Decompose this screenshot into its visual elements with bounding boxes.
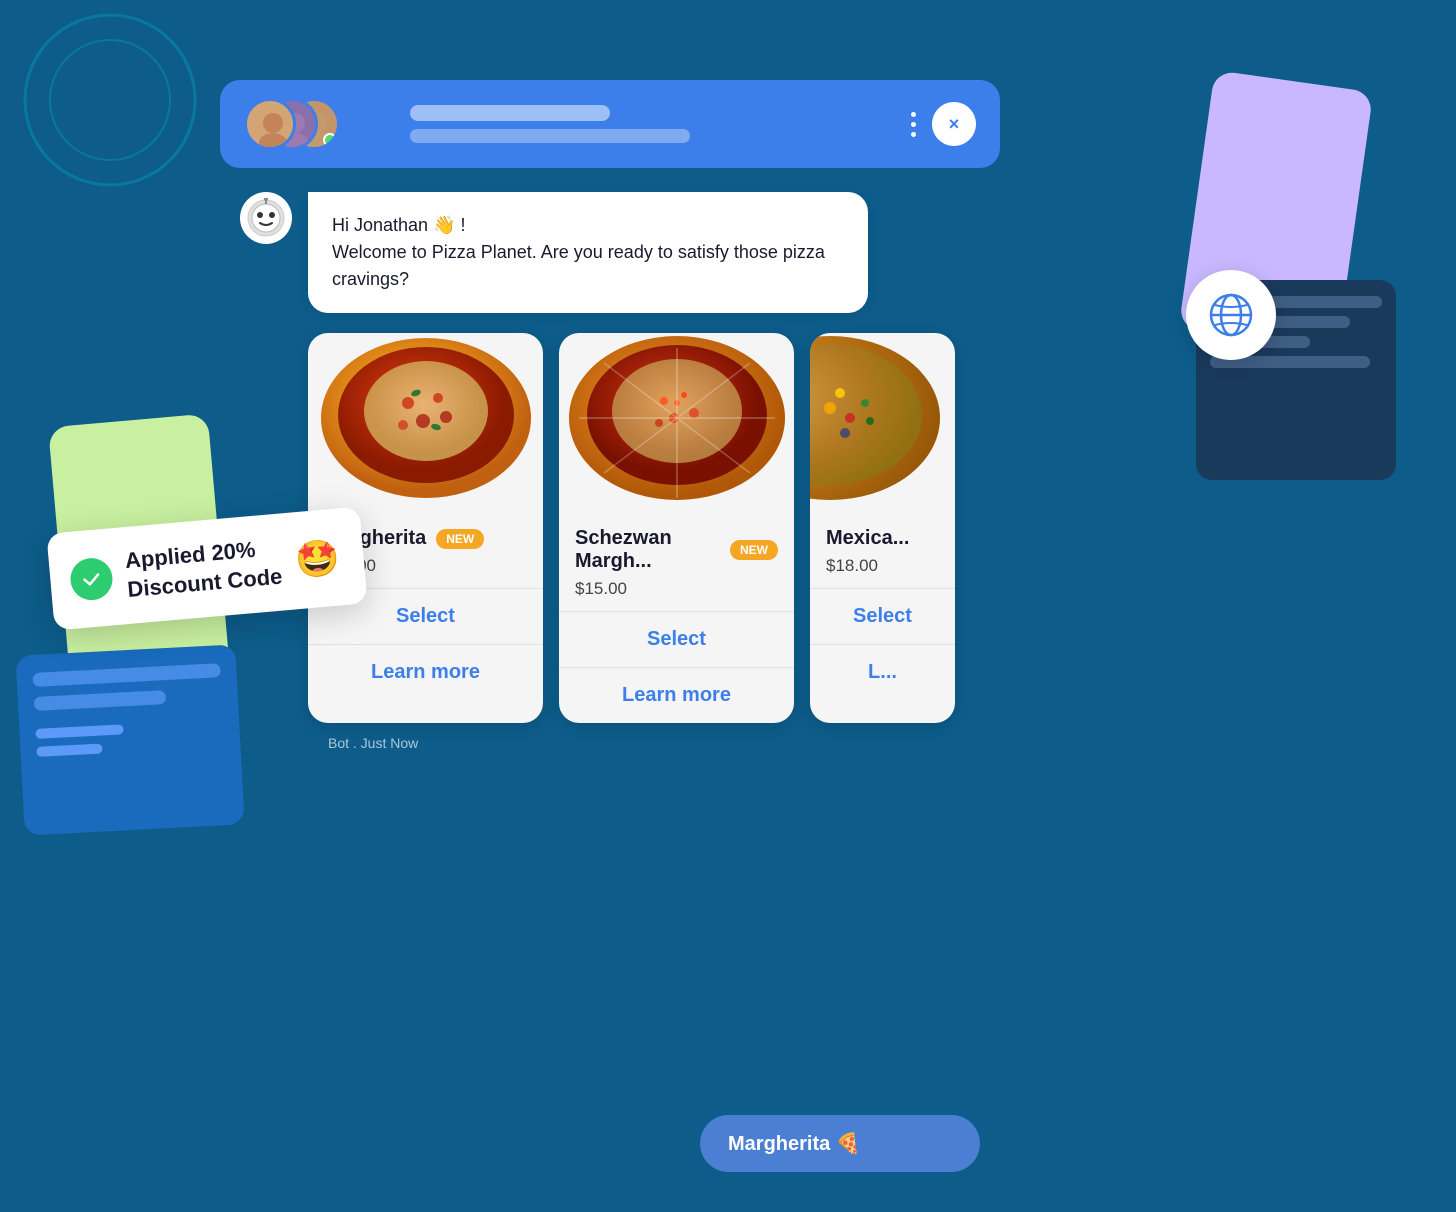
select-button-schezwan[interactable]: Select <box>559 612 794 668</box>
product-cards-row: Margherita NEW $12.00 Select Learn more <box>308 333 1000 723</box>
discount-emoji: 🤩 <box>293 536 341 582</box>
product-actions-mexican: Select L... <box>810 588 955 700</box>
globe-icon <box>1207 291 1255 339</box>
learn-more-button-mexican[interactable]: L... <box>810 645 955 700</box>
blue-card-line-3 <box>35 724 123 739</box>
message-bubble: Hi Jonathan 👋 ! Welcome to Pizza Planet.… <box>308 192 868 313</box>
product-info-schezwan: Schezwan Margh... NEW $15.00 <box>559 513 794 599</box>
product-name-schezwan: Schezwan Margh... <box>575 527 720 573</box>
product-card-mexican: Mexica... $18.00 Select L... <box>810 333 955 723</box>
blue-card-line-2 <box>34 690 167 711</box>
blue-card-line-1 <box>32 663 220 687</box>
blue-card-decoration <box>15 644 244 835</box>
learn-more-button-margherita[interactable]: Learn more <box>308 645 543 700</box>
product-image-schezwan <box>559 333 794 513</box>
learn-more-button-schezwan[interactable]: Learn more <box>559 668 794 723</box>
product-card-schezwan: Schezwan Margh... NEW $15.00 Select Lear… <box>559 333 794 723</box>
product-price-mexican: $18.00 <box>826 556 939 576</box>
product-actions-schezwan: Select Learn more <box>559 611 794 723</box>
new-badge-schezwan: NEW <box>730 540 778 560</box>
input-bar-text: Margherita 🍕 <box>728 1131 861 1156</box>
product-info-mexican: Mexica... $18.00 <box>810 513 955 576</box>
close-button[interactable]: × <box>932 102 976 146</box>
avatar-1 <box>244 98 296 150</box>
chat-container: × <box>220 80 1000 771</box>
bot-timestamp: Bot . Just Now <box>328 735 1000 751</box>
input-bar[interactable]: Margherita 🍕 <box>700 1115 980 1172</box>
avatar-group <box>244 98 344 150</box>
product-name-row-mexican: Mexica... <box>826 527 939 550</box>
globe-button[interactable] <box>1186 270 1276 360</box>
header-text-area <box>410 105 895 143</box>
bot-message-row: Hi Jonathan 👋 ! Welcome to Pizza Planet.… <box>240 192 1000 313</box>
header-actions: × <box>911 102 976 146</box>
product-price-schezwan: $15.00 <box>575 579 778 599</box>
product-image-mexican <box>810 333 955 513</box>
online-indicator <box>323 133 337 147</box>
product-image-margherita <box>308 333 543 513</box>
chat-message-area: Hi Jonathan 👋 ! Welcome to Pizza Planet.… <box>220 192 1000 751</box>
blue-card-line-4 <box>36 743 102 756</box>
new-badge-margherita: NEW <box>436 529 484 549</box>
teal-circle-decoration <box>20 10 200 190</box>
discount-text: Applied 20% Discount Code <box>124 534 284 604</box>
discount-check-icon <box>69 556 115 602</box>
bot-avatar <box>240 192 292 244</box>
message-text: Hi Jonathan 👋 ! Welcome to Pizza Planet.… <box>332 212 844 293</box>
select-button-mexican[interactable]: Select <box>810 589 955 645</box>
chat-header: × <box>220 80 1000 168</box>
header-bar-top <box>410 105 610 121</box>
product-name-mexican: Mexica... <box>826 527 909 550</box>
header-bar-bottom <box>410 129 690 143</box>
product-name-row-schezwan: Schezwan Margh... NEW <box>575 527 778 573</box>
more-options-button[interactable] <box>911 112 916 137</box>
